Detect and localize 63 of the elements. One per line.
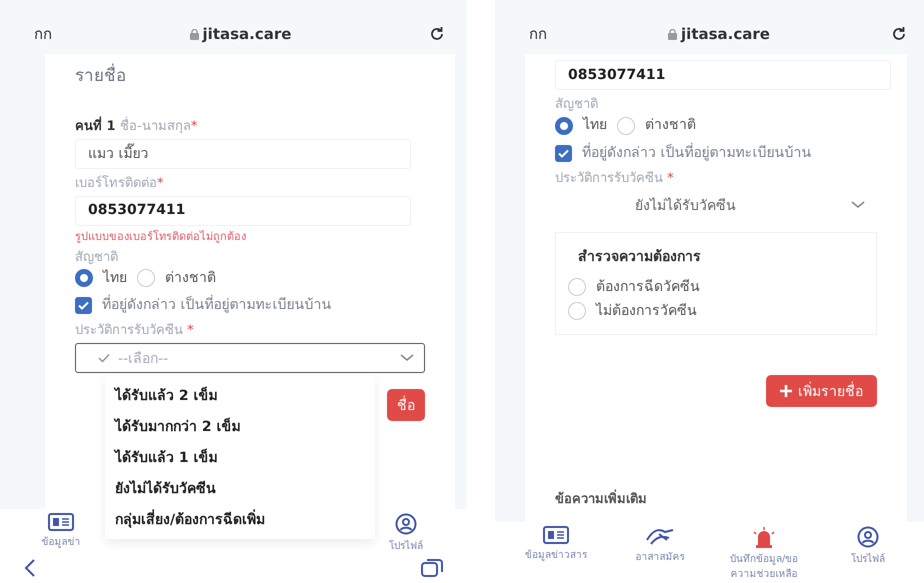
radio-option[interactable]: ไทย bbox=[555, 116, 607, 135]
radio-label: ต่างชาติ bbox=[165, 270, 216, 287]
radio-label: ไม่ต้องการวัคซีน bbox=[596, 302, 697, 320]
field-label: สัญชาติ bbox=[555, 97, 599, 113]
card-title: รายชื่อ bbox=[75, 66, 425, 86]
radio-label: ไทย bbox=[583, 117, 607, 134]
radio-button[interactable] bbox=[555, 116, 573, 135]
radio-label: ไทย bbox=[103, 270, 127, 287]
checkbox-label: ที่อยู่ดังกล่าว เป็นที่อยู่ตามทะเบียนบ้าน bbox=[102, 297, 332, 314]
nav-tab[interactable]: บันทึกข้อมูล/ขอความช่วยเหลือ bbox=[719, 526, 809, 581]
checkbox[interactable] bbox=[75, 297, 92, 314]
siren-icon bbox=[751, 526, 777, 548]
field-label: คนที่ 1 ชื่อ-นามสกุล* bbox=[75, 119, 425, 135]
plus-icon bbox=[780, 384, 792, 397]
button-label: เพิ่มรายชื่อ bbox=[798, 380, 863, 402]
nav-tab[interactable]: ข้อมูลข่าวสาร bbox=[511, 526, 601, 581]
radio-option[interactable]: ไม่ต้องการวัคซีน bbox=[568, 302, 864, 320]
radio-option[interactable]: ต้องการฉีดวัคซีน bbox=[568, 278, 864, 296]
text-field[interactable]: 0853077411 bbox=[555, 60, 891, 90]
checkmark-icon bbox=[78, 301, 89, 310]
radio-option[interactable]: ต่างชาติ bbox=[137, 269, 216, 288]
checkbox-label: ที่อยู่ดังกล่าว เป็นที่อยู่ตามทะเบียนบ้าน bbox=[582, 144, 812, 162]
field-label: เบอร์โทรติดต่อ* bbox=[75, 176, 164, 192]
user-circle-icon bbox=[857, 526, 879, 548]
text-field[interactable]: แมว เมี๊ยว bbox=[75, 138, 411, 169]
lock-icon bbox=[668, 28, 678, 40]
survey-title: สำรวจความต้องการ bbox=[578, 249, 702, 266]
field-label: ประวัติการรับวัคซีน * bbox=[555, 170, 675, 186]
user-circle-icon bbox=[395, 513, 417, 535]
radio-label: ต้องการฉีดวัคซีน bbox=[596, 278, 700, 296]
nav-tab[interactable]: อาสาสมัคร bbox=[615, 526, 705, 581]
reload-button[interactable] bbox=[890, 26, 907, 42]
reload-button[interactable] bbox=[428, 26, 445, 42]
dropdown-option[interactable]: ได้รับแล้ว 1 เข็ม bbox=[105, 442, 375, 473]
dropdown-option[interactable]: ได้รับมากกว่า 2 เข็ม bbox=[105, 410, 375, 442]
check-icon bbox=[98, 352, 110, 363]
text-field[interactable]: 0853077411 bbox=[75, 196, 411, 226]
field-label: ประวัติการรับวัคซีน * bbox=[75, 323, 195, 339]
text-size-button[interactable]: กก bbox=[34, 22, 52, 46]
back-button[interactable] bbox=[24, 559, 36, 577]
dropdown-option[interactable]: ยังไม่ได้รับวัคซีน bbox=[105, 472, 375, 504]
dropdown-option[interactable]: ได้รับแล้ว 2 เข็ม bbox=[105, 380, 375, 411]
error-message: รูปแบบของเบอร์โทรติดต่อไม่ถูกต้อง bbox=[75, 230, 247, 243]
nav-tab[interactable]: ข้อมูลข่า bbox=[16, 513, 106, 553]
text-size-button[interactable]: กก bbox=[529, 22, 547, 46]
chevron-down-icon bbox=[400, 354, 414, 362]
radio-label: ต่างชาติ bbox=[645, 117, 696, 134]
lock-icon bbox=[190, 28, 199, 40]
radio-button[interactable] bbox=[75, 269, 93, 288]
nav-tab[interactable]: โปรไฟล์ bbox=[823, 526, 913, 581]
add-name-button[interactable]: เพิ่มรายชื่อ bbox=[766, 374, 877, 407]
checkmark-icon bbox=[558, 148, 569, 158]
chevron-down-icon bbox=[851, 201, 865, 210]
handshake-icon bbox=[645, 526, 675, 546]
tabs-button[interactable] bbox=[421, 559, 443, 577]
radio-option[interactable]: ไทย bbox=[75, 269, 127, 288]
section-title: ข้อความเพิ่มเติม bbox=[555, 492, 877, 522]
field-label: สัญชาติ bbox=[75, 250, 119, 266]
newspaper-icon bbox=[48, 513, 74, 531]
newspaper-icon bbox=[543, 526, 569, 544]
add-name-button[interactable]: ชื่อ bbox=[387, 388, 425, 421]
checkbox[interactable] bbox=[555, 144, 572, 162]
radio-option[interactable]: ต่างชาติ bbox=[617, 116, 696, 135]
